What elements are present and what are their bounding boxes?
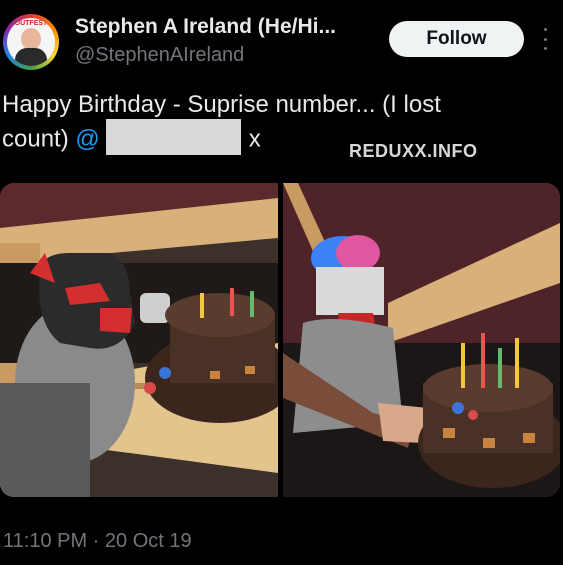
- avatar[interactable]: OUTFEST: [3, 14, 59, 70]
- avatar-photo: OUTFEST: [7, 18, 55, 66]
- redacted-username: [105, 119, 241, 155]
- tweet-image-left-illustration: [0, 183, 278, 497]
- tweet-text-end: x: [248, 125, 261, 153]
- author-handle[interactable]: @StephenAIreland: [75, 44, 244, 67]
- mention-link[interactable]: @: [75, 125, 99, 152]
- tweet-text-line2: count): [2, 125, 76, 153]
- avatar-badge-text: OUTFEST: [14, 20, 48, 27]
- follow-button[interactable]: Follow: [389, 21, 524, 57]
- tweet-image-right[interactable]: [283, 183, 560, 497]
- watermark: REDUXX.INFO: [349, 141, 478, 161]
- more-options-icon[interactable]: [541, 28, 549, 50]
- tweet-image-right-illustration: [283, 183, 560, 497]
- tweet-timestamp[interactable]: 11:10 PM · 20 Oct 19: [3, 530, 192, 553]
- author-display-name[interactable]: Stephen A Ireland (He/Hi...: [75, 15, 336, 39]
- tweet-text-line1: Happy Birthday - Suprise number... (I lo…: [2, 91, 441, 118]
- tweet-image-left[interactable]: [0, 183, 278, 497]
